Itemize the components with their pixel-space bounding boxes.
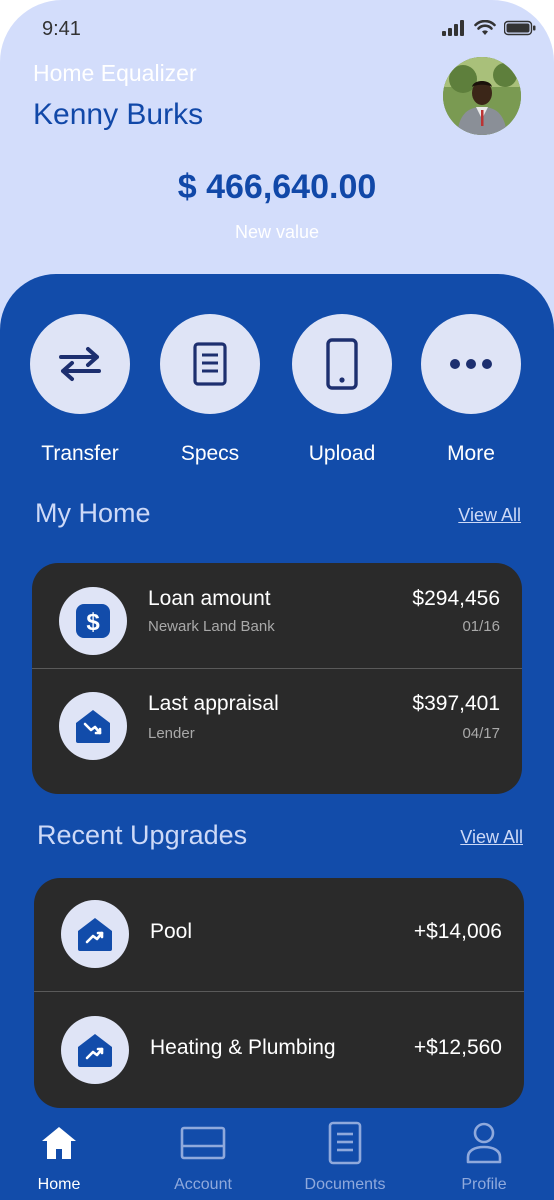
recent-upgrades-title: Recent Upgrades: [37, 820, 248, 850]
svg-text:$: $: [86, 609, 100, 636]
home-icon: [42, 1127, 76, 1159]
list-item-pool[interactable]: Pool +$14,006: [34, 878, 524, 994]
action-transfer-circle[interactable]: [30, 314, 130, 414]
nav-account-label: Account: [174, 1176, 232, 1193]
house-trend-up-icon: [78, 918, 112, 951]
bottom-nav: Home Account Documents Profile: [0, 1112, 554, 1200]
user-name: Kenny Burks: [33, 98, 204, 131]
action-transfer[interactable]: Transfer: [30, 314, 130, 466]
nav-home[interactable]: Home: [0, 1120, 119, 1194]
signal-icon: [442, 20, 464, 36]
phone-icon: [326, 338, 358, 390]
document-icon: [193, 342, 227, 386]
nav-account[interactable]: Account: [143, 1120, 263, 1194]
nav-account-icon-wrap: [143, 1120, 263, 1166]
main-panel: Transfer Specs Upload More My Home View …: [0, 274, 554, 1200]
row-icon-bg: $: [59, 587, 127, 655]
app-subtitle: Home Equalizer: [33, 60, 197, 86]
action-more-label: More: [447, 442, 495, 465]
row-title: Last appraisal: [148, 692, 279, 715]
nav-documents-icon-wrap: [285, 1120, 405, 1166]
nav-documents-label: Documents: [304, 1176, 386, 1193]
nav-documents[interactable]: Documents: [285, 1120, 405, 1194]
action-upload-circle[interactable]: [292, 314, 392, 414]
nav-home-icon-wrap: [0, 1120, 119, 1166]
avatar[interactable]: [443, 57, 521, 135]
row-amount: +$12,560: [413, 1036, 502, 1059]
house-trend-down-icon: [76, 710, 110, 743]
list-item-heating-plumbing[interactable]: Heating & Plumbing +$12,560: [34, 992, 524, 1108]
row-date: 04/17: [462, 725, 500, 742]
my-home-view-all-link[interactable]: View All: [458, 505, 521, 526]
row-title: Loan amount: [148, 587, 271, 610]
phone-screen: 9:41 Home Equalizer Kenny Burks $ 466,64…: [0, 0, 554, 1200]
row-icon-bg: [59, 692, 127, 760]
row-icon-bg: [61, 900, 129, 968]
action-transfer-label: Transfer: [41, 442, 119, 465]
my-home-title: My Home: [35, 498, 151, 528]
wifi-icon: [474, 20, 496, 35]
person-icon: [466, 1122, 502, 1164]
avatar-photo: [443, 57, 521, 135]
row-amount: $294,456: [412, 587, 500, 610]
recent-upgrades-view-all-link[interactable]: View All: [460, 827, 523, 848]
row-subtitle: Lender: [148, 725, 195, 742]
list-item-last-appraisal[interactable]: Last appraisal Lender $397,401 04/17: [32, 669, 522, 785]
recent-upgrades-card: Pool +$14,006 Heating & Plumbing +$12,56…: [34, 878, 524, 1108]
house-trend-up-icon: [78, 1034, 112, 1067]
row-title: Heating & Plumbing: [150, 1036, 336, 1059]
home-value: $ 466,640.00: [177, 168, 377, 206]
row-amount: +$14,006: [413, 920, 502, 943]
nav-profile[interactable]: Profile: [424, 1120, 544, 1194]
more-dots-icon: [450, 359, 492, 369]
action-specs[interactable]: Specs: [160, 314, 260, 466]
status-time: 9:41: [42, 18, 81, 40]
home-value-caption: New value: [234, 222, 320, 242]
row-icon-bg: [61, 1016, 129, 1084]
row-date: 01/16: [462, 618, 500, 635]
nav-profile-label: Profile: [461, 1176, 507, 1193]
my-home-card: $ Loan amount Newark Land Bank $294,456 …: [32, 563, 522, 794]
nav-home-label: Home: [37, 1176, 81, 1193]
action-specs-circle[interactable]: [160, 314, 260, 414]
action-more-circle[interactable]: [421, 314, 521, 414]
transfer-arrows-icon: [59, 347, 101, 381]
status-bar: 9:41: [0, 0, 554, 60]
nav-profile-icon-wrap: [424, 1120, 544, 1166]
list-item-loan-amount[interactable]: $ Loan amount Newark Land Bank $294,456 …: [32, 563, 522, 679]
action-more[interactable]: More: [421, 314, 521, 466]
dollar-icon: $: [76, 604, 110, 638]
row-amount: $397,401: [412, 692, 500, 715]
row-subtitle: Newark Land Bank: [148, 618, 275, 635]
action-upload[interactable]: Upload: [292, 314, 392, 466]
battery-icon: [504, 20, 536, 36]
card-icon: [180, 1126, 226, 1160]
action-specs-label: Specs: [180, 442, 240, 465]
status-icons: [442, 20, 536, 36]
row-title: Pool: [150, 920, 193, 943]
action-upload-label: Upload: [308, 442, 376, 465]
document-icon: [328, 1121, 362, 1165]
